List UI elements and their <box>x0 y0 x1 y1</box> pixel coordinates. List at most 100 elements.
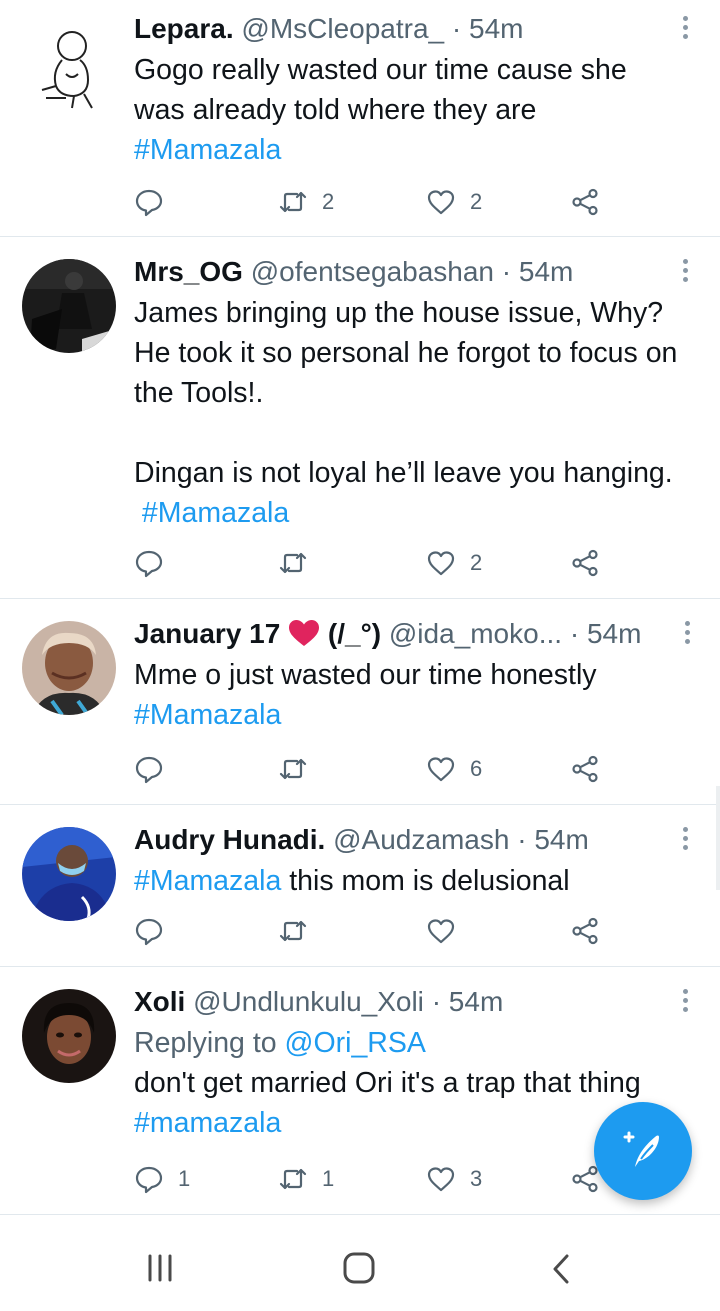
user-handle[interactable]: @ofentsegabashan <box>251 256 494 287</box>
like-button[interactable]: 6 <box>426 751 482 787</box>
reply-button[interactable] <box>134 751 178 787</box>
compose-tweet-icon <box>623 1131 659 1167</box>
user-handle[interactable]: @MsCleopatra_ <box>241 13 444 44</box>
timestamp[interactable]: 54m <box>587 618 641 649</box>
hashtag-link[interactable]: #mamazala <box>134 1107 281 1139</box>
scrollbar[interactable] <box>716 786 720 890</box>
more-options-icon[interactable] <box>678 259 692 289</box>
retweet-icon <box>279 552 307 574</box>
separator: · <box>569 618 580 649</box>
heart-icon <box>427 919 455 944</box>
like-button[interactable]: 2 <box>426 545 482 581</box>
share-button[interactable] <box>570 184 600 220</box>
retweet-button[interactable]: 1 <box>278 1161 334 1197</box>
hashtag-link[interactable]: #Mamazala <box>134 497 289 529</box>
hashtag-link[interactable]: #Mamazala <box>134 134 281 166</box>
back-button[interactable] <box>550 1253 572 1290</box>
display-name[interactable]: Audry Hunadi. <box>134 824 325 855</box>
like-button[interactable] <box>426 913 470 949</box>
hashtag-link[interactable]: #Mamazala <box>134 699 281 731</box>
retweet-icon <box>279 191 307 213</box>
reply-button[interactable]: 1 <box>134 1161 190 1197</box>
avatar[interactable] <box>22 259 116 353</box>
share-icon <box>572 1165 598 1193</box>
more-options-icon[interactable] <box>678 16 692 46</box>
display-name[interactable]: Mrs_OG <box>134 256 243 287</box>
avatar[interactable] <box>22 24 116 118</box>
home-icon <box>343 1252 375 1284</box>
like-button[interactable]: 3 <box>426 1161 482 1197</box>
tweet-header: Audry Hunadi. @Audzamash · 54m <box>134 823 682 857</box>
hashtag-link[interactable]: #Mamazala <box>134 865 281 897</box>
tweet-body: this mom is delusional <box>281 865 570 897</box>
tweet-header: January 17 (/_°) @ida_moko... · 54m <box>134 617 682 651</box>
more-options-icon[interactable] <box>678 989 692 1019</box>
reply-icon <box>135 550 163 578</box>
tweet-actions: 2 2 <box>134 184 614 220</box>
back-icon <box>553 1254 569 1284</box>
tweet-text: Gogo really wasted our time cause she wa… <box>134 50 682 170</box>
share-button[interactable] <box>570 913 600 949</box>
reply-icon <box>135 1166 163 1194</box>
tweet-feed: Lepara. @MsCleopatra_ · 54m Gogo really … <box>0 0 720 1215</box>
tweet-body: James bringing up the house issue, Why? … <box>134 297 678 489</box>
reply-count: 1 <box>178 1166 191 1191</box>
recents-button[interactable] <box>146 1253 174 1288</box>
sketch-person-avatar-icon <box>22 24 116 118</box>
retweet-button[interactable]: 2 <box>278 184 334 220</box>
tweet-body: don't get married Ori it's a trap that t… <box>134 1067 641 1099</box>
display-name[interactable]: Xoli <box>134 986 185 1017</box>
retweet-button[interactable] <box>278 913 322 949</box>
compose-tweet-button[interactable] <box>594 1102 692 1200</box>
share-button[interactable] <box>570 751 600 787</box>
timestamp[interactable]: 54m <box>519 256 573 287</box>
avatar[interactable] <box>22 989 116 1083</box>
retweet-icon <box>279 920 307 942</box>
tweet-header: Mrs_OG @ofentsegabashan · 54m <box>134 255 682 289</box>
replying-to-label: Replying to <box>134 1027 285 1059</box>
tweet-actions: 1 1 3 <box>134 1161 614 1197</box>
heart-icon <box>427 757 455 782</box>
avatar[interactable] <box>22 827 116 921</box>
reply-button[interactable] <box>134 913 178 949</box>
photo-avatar-icon <box>22 621 116 715</box>
tweet-text: Mme o just wasted our time honestly #Mam… <box>134 655 682 735</box>
timestamp[interactable]: 54m <box>534 824 588 855</box>
share-button[interactable] <box>570 545 600 581</box>
tweet[interactable]: Audry Hunadi. @Audzamash · 54m #Mamazala… <box>0 805 720 967</box>
more-options-icon[interactable] <box>680 621 694 651</box>
heart-icon <box>427 551 455 576</box>
retweet-count: 2 <box>322 189 335 214</box>
home-button[interactable] <box>342 1251 376 1290</box>
retweet-button[interactable] <box>278 545 322 581</box>
reply-button[interactable] <box>134 545 178 581</box>
share-icon <box>572 188 598 216</box>
tweet[interactable]: Lepara. @MsCleopatra_ · 54m Gogo really … <box>0 0 720 237</box>
reply-icon <box>135 189 163 217</box>
avatar[interactable] <box>22 621 116 715</box>
display-name[interactable]: Lepara. <box>134 13 234 44</box>
user-handle[interactable]: @Undlunkulu_Xoli <box>193 986 424 1017</box>
tweet-text: #Mamazala this mom is delusional <box>134 861 682 901</box>
tweet-actions: 2 <box>134 545 614 581</box>
user-handle[interactable]: @ida_moko... <box>389 618 562 649</box>
display-name[interactable]: January 17 <box>134 618 280 649</box>
heart-icon <box>427 190 455 215</box>
like-button[interactable]: 2 <box>426 184 482 220</box>
timestamp[interactable]: 54m <box>449 986 503 1017</box>
user-handle[interactable]: @Audzamash <box>333 824 509 855</box>
timestamp[interactable]: 54m <box>469 13 523 44</box>
mention-link[interactable]: @Ori_RSA <box>285 1027 426 1059</box>
heart-icon <box>427 1167 455 1192</box>
reply-button[interactable] <box>134 184 178 220</box>
tweet[interactable]: Mrs_OG @ofentsegabashan · 54m James brin… <box>0 237 720 599</box>
red-heart-emoji-icon <box>288 619 320 651</box>
separator: · <box>451 13 462 44</box>
tweet[interactable]: January 17 (/_°) @ida_moko... · 54m Mme … <box>0 599 720 805</box>
tweet-actions: 6 <box>134 751 614 787</box>
replying-to: Replying to @Ori_RSA <box>134 1023 682 1063</box>
retweet-icon <box>279 1168 307 1190</box>
photo-avatar-icon <box>22 259 116 353</box>
retweet-button[interactable] <box>278 751 322 787</box>
more-options-icon[interactable] <box>678 827 692 857</box>
